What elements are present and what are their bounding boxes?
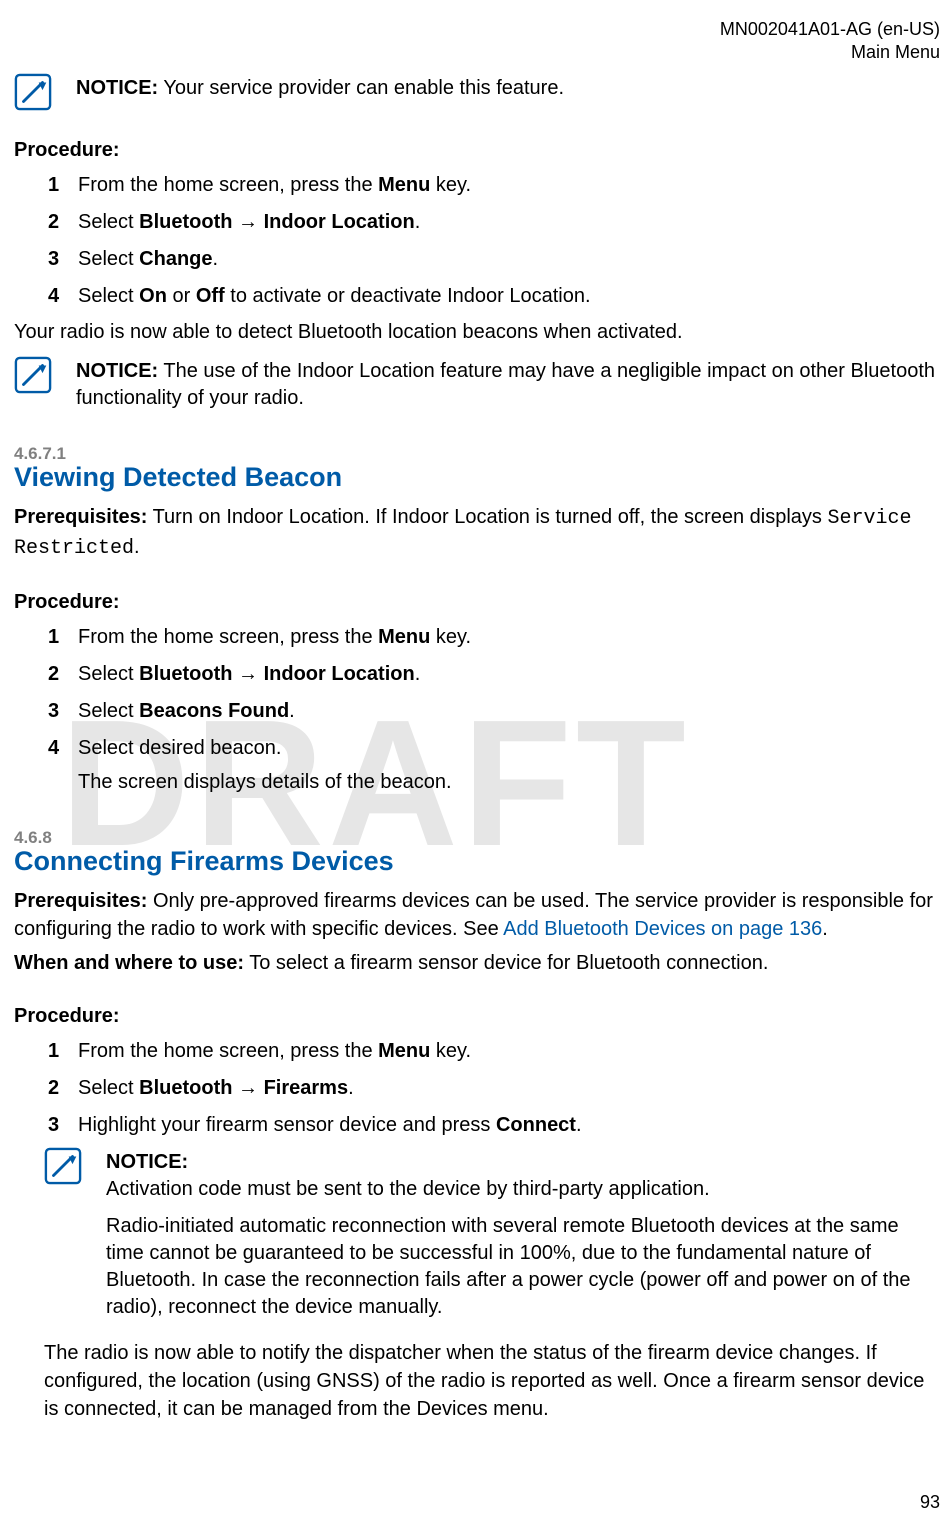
step-body: Select Beacons Found. [78,696,940,727]
prerequisites: Prerequisites: Turn on Indoor Location. … [14,503,940,563]
step-number: 3 [48,244,78,275]
list-item: 3 Select Change. [48,244,940,275]
step-body: Select Change. [78,244,940,275]
chapter-name: Main Menu [720,41,940,64]
list-item: 4 Select desired beacon. The screen disp… [48,733,940,796]
notice-text: NOTICE: Activation code must be sent to … [106,1147,940,1321]
list-item: 1 From the home screen, press the Menu k… [48,1036,940,1067]
step-number: 2 [48,207,78,238]
when-where: When and where to use: To select a firea… [14,949,940,977]
procedure-list-2: 1 From the home screen, press the Menu k… [48,622,940,796]
step-body: Select Bluetooth → Firearms. [78,1073,940,1104]
list-item: 1 From the home screen, press the Menu k… [48,170,940,201]
notice-text: NOTICE: The use of the Indoor Location f… [76,356,940,412]
step-result: The screen displays details of the beaco… [78,768,940,796]
step-number: 2 [48,659,78,690]
step-body: Select desired beacon. The screen displa… [78,733,940,796]
notice-label: NOTICE: [106,1151,188,1173]
notice-text: NOTICE: Your service provider can enable… [76,73,940,102]
page-number: 93 [920,1492,940,1513]
step-body: Select Bluetooth → Indoor Location. [78,659,940,690]
list-item: 2 Select Bluetooth → Indoor Location. [48,659,940,690]
procedure-list-3: 1 From the home screen, press the Menu k… [48,1036,940,1141]
step-number: 3 [48,696,78,727]
notice-line2: Radio-initiated automatic reconnection w… [106,1213,940,1321]
procedure-result: The radio is now able to notify the disp… [44,1339,940,1423]
step-number: 3 [48,1110,78,1141]
page-header: MN002041A01-AG (en-US) Main Menu [720,18,940,65]
list-item: 2 Select Bluetooth → Firearms. [48,1073,940,1104]
step-body: Select Bluetooth → Indoor Location. [78,207,940,238]
notice-label: NOTICE: [76,360,158,382]
list-item: 2 Select Bluetooth → Indoor Location. [48,207,940,238]
step-body: From the home screen, press the Menu key… [78,622,940,653]
notice-icon [14,356,52,394]
notice-indoor-impact: NOTICE: The use of the Indoor Location f… [14,356,940,412]
step-number: 1 [48,170,78,201]
step-body: Select On or Off to activate or deactiva… [78,281,940,312]
step-body: Highlight your firearm sensor device and… [78,1110,940,1141]
procedure-label: Procedure: [14,591,940,614]
section-number: 4.6.7.1 [14,444,940,464]
notice-body: Your service provider can enable this fe… [158,77,564,99]
notice-icon [44,1147,82,1185]
step-number: 2 [48,1073,78,1104]
procedure-label: Procedure: [14,1005,940,1028]
prereq-label: Prerequisites: [14,506,147,528]
prerequisites: Prerequisites: Only pre-approved firearm… [14,887,940,943]
notice-icon [14,73,52,111]
procedure-list-1: 1 From the home screen, press the Menu k… [48,170,940,312]
list-item: 1 From the home screen, press the Menu k… [48,622,940,653]
doc-id: MN002041A01-AG (en-US) [720,18,940,41]
step-number: 4 [48,733,78,764]
section-title: Connecting Firearms Devices [14,846,940,877]
notice-line1: Activation code must be sent to the devi… [106,1176,940,1203]
notice-label: NOTICE: [76,77,158,99]
procedure-result: Your radio is now able to detect Bluetoo… [14,318,940,346]
when-label: When and where to use: [14,952,244,974]
section-number: 4.6.8 [14,828,940,848]
step-body: From the home screen, press the Menu key… [78,170,940,201]
section-title: Viewing Detected Beacon [14,462,940,493]
step-number: 1 [48,1036,78,1067]
step-number: 4 [48,281,78,312]
step-number: 1 [48,622,78,653]
prereq-label: Prerequisites: [14,890,147,912]
notice-feature-enable: NOTICE: Your service provider can enable… [14,73,940,111]
list-item: 4 Select On or Off to activate or deacti… [48,281,940,312]
notice-firearms: NOTICE: Activation code must be sent to … [44,1147,940,1321]
xref-link[interactable]: Add Bluetooth Devices on page 136 [503,918,822,940]
procedure-label: Procedure: [14,139,940,162]
step-body: From the home screen, press the Menu key… [78,1036,940,1067]
notice-body: The use of the Indoor Location feature m… [76,360,935,409]
list-item: 3 Select Beacons Found. [48,696,940,727]
list-item: 3 Highlight your firearm sensor device a… [48,1110,940,1141]
